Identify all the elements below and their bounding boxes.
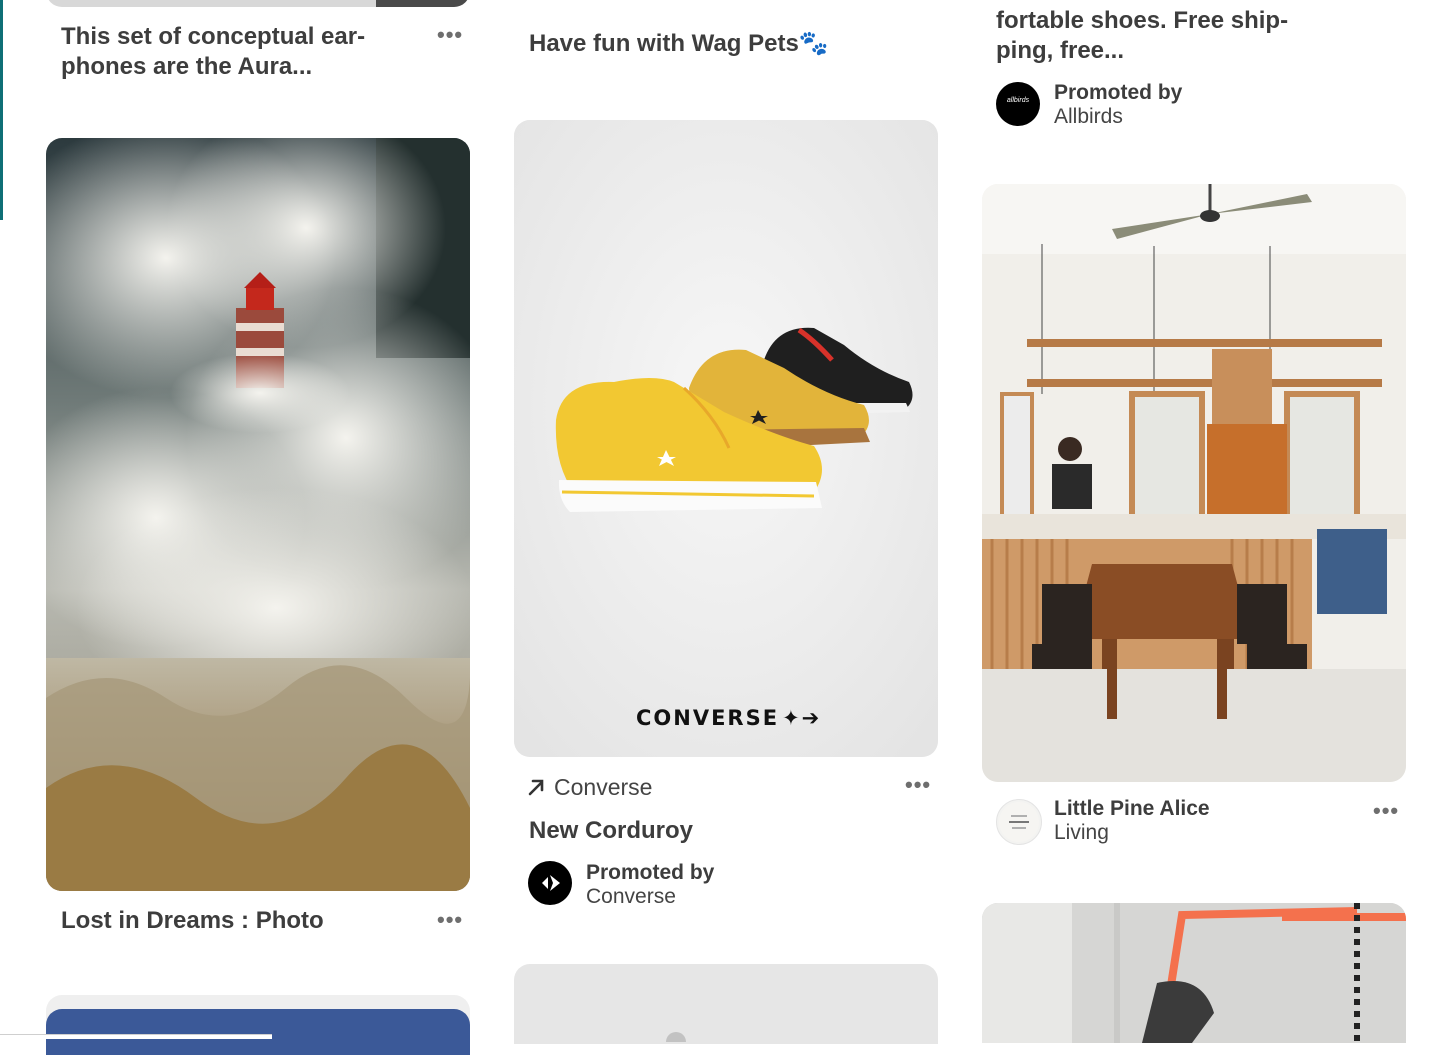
earphones-pin-image[interactable]: [46, 0, 470, 7]
author-name-line2[interactable]: Living: [1054, 821, 1109, 845]
kitchen-pin-image[interactable]: [982, 184, 1406, 782]
converse-logo: CONVERSE ✦➔: [636, 706, 822, 730]
allbirds-pin-title[interactable]: fortable shoes. Free ship- ping, free...: [996, 6, 1288, 66]
converse-shoes-image: [514, 120, 938, 757]
converse-pin-image[interactable]: CONVERSE ✦➔: [514, 120, 938, 757]
lighthouse-pin-image[interactable]: [46, 138, 470, 891]
converse-avatar[interactable]: [528, 861, 572, 905]
lighthouse-pin-title[interactable]: Lost in Dreams : Photo: [61, 906, 324, 936]
lighthouse-photo: [46, 138, 470, 891]
converse-logo-icon: [529, 862, 571, 904]
advertiser-name[interactable]: Converse: [586, 885, 676, 909]
more-icon[interactable]: •••: [1373, 800, 1399, 822]
more-icon[interactable]: •••: [437, 909, 463, 931]
bottom-toolbar-edge: [0, 1034, 272, 1039]
neighbor-pin-edge: [0, 0, 3, 220]
more-icon[interactable]: •••: [905, 774, 931, 796]
wag-pin-title[interactable]: Have fun with Wag Pets🐾: [529, 29, 829, 59]
promoted-label: Promoted by: [586, 861, 715, 884]
author-name[interactable]: Little Pine Alice: [1054, 797, 1210, 821]
jacket-pin-image[interactable]: [982, 903, 1406, 1043]
earphones-pin-title[interactable]: This set of conceptual ear-phones are th…: [61, 22, 421, 82]
little-pine-avatar[interactable]: [996, 799, 1042, 845]
jacket-photo: [982, 903, 1406, 1043]
little-pine-logo-icon: [999, 802, 1039, 842]
converse-pin-link[interactable]: Converse: [554, 774, 652, 801]
next-pin-image[interactable]: [514, 964, 938, 1044]
arrow-up-right-icon: [527, 774, 545, 798]
more-icon[interactable]: •••: [437, 24, 463, 46]
right-margin: [1430, 0, 1434, 1038]
advertiser-name[interactable]: Allbirds: [1054, 105, 1123, 129]
allbirds-avatar[interactable]: allbirds: [996, 82, 1040, 126]
facebook-pin-image[interactable]: [46, 995, 470, 1055]
kitchen-photo: [982, 184, 1406, 782]
promoted-label: Promoted by: [1054, 81, 1183, 104]
converse-pin-title[interactable]: New Corduroy: [529, 816, 693, 846]
